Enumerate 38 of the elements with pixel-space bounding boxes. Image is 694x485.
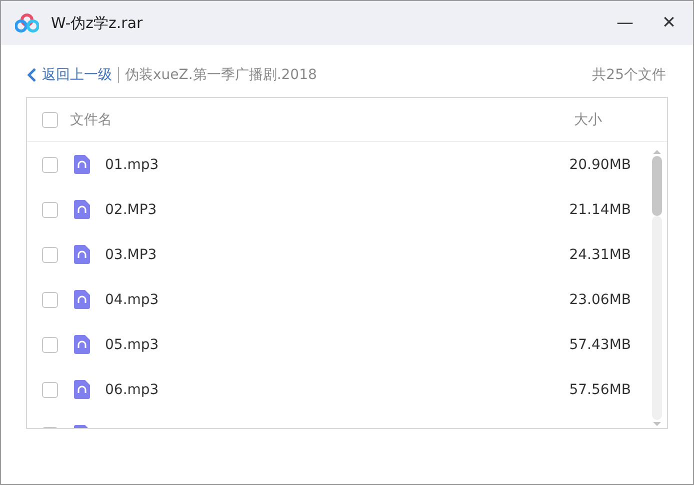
file-name: 05.mp3 [105, 336, 159, 352]
row-checkbox[interactable] [42, 382, 58, 398]
file-size: 20.90MB [569, 156, 631, 172]
file-size: 24.31MB [569, 246, 631, 262]
audio-file-icon [74, 335, 90, 354]
window-title: W-伪z学z.rar [51, 14, 143, 32]
row-checkbox[interactable] [42, 156, 58, 172]
audio-file-icon [74, 290, 90, 309]
file-name: 04.mp3 [105, 292, 159, 308]
file-size: 57.56MB [569, 382, 631, 398]
column-header: 大小 [574, 110, 602, 128]
audio-file-icon [74, 200, 90, 219]
row-checkbox[interactable] [42, 336, 58, 352]
row-checkbox[interactable] [42, 202, 58, 218]
column-header: 文件名 [70, 110, 112, 128]
file-name: 03.MP3 [105, 246, 157, 262]
audio-file-icon [74, 155, 90, 174]
file-size: 57.43MB [569, 336, 631, 352]
minimize-button[interactable]: — [605, 6, 645, 40]
file-size: 23.06MB [569, 292, 631, 308]
file-name: 02.MP3 [105, 202, 157, 218]
scroll-down-arrow-icon[interactable] [651, 420, 663, 428]
file-name: 06.mp3 [105, 382, 159, 398]
file-name: 01.mp3 [105, 156, 159, 172]
file-count: 共25个文件 [592, 66, 666, 84]
back-chevron-icon[interactable] [27, 68, 37, 82]
scroll-thumb[interactable] [652, 156, 662, 216]
row-checkbox[interactable] [42, 292, 58, 308]
audio-file-icon [74, 245, 90, 264]
cloud-logo-icon [15, 13, 39, 33]
scroll-up-arrow-icon[interactable] [651, 148, 663, 156]
close-button[interactable]: ✕ [649, 6, 689, 40]
select-all-checkbox[interactable] [42, 112, 58, 128]
folder-path: 伪装xueZ.第一季广播剧.2018 [125, 66, 317, 84]
back-link[interactable]: 返回上一级 [42, 66, 112, 84]
audio-file-icon [74, 380, 90, 399]
row-checkbox[interactable] [42, 246, 58, 262]
file-size: 21.14MB [569, 202, 631, 218]
